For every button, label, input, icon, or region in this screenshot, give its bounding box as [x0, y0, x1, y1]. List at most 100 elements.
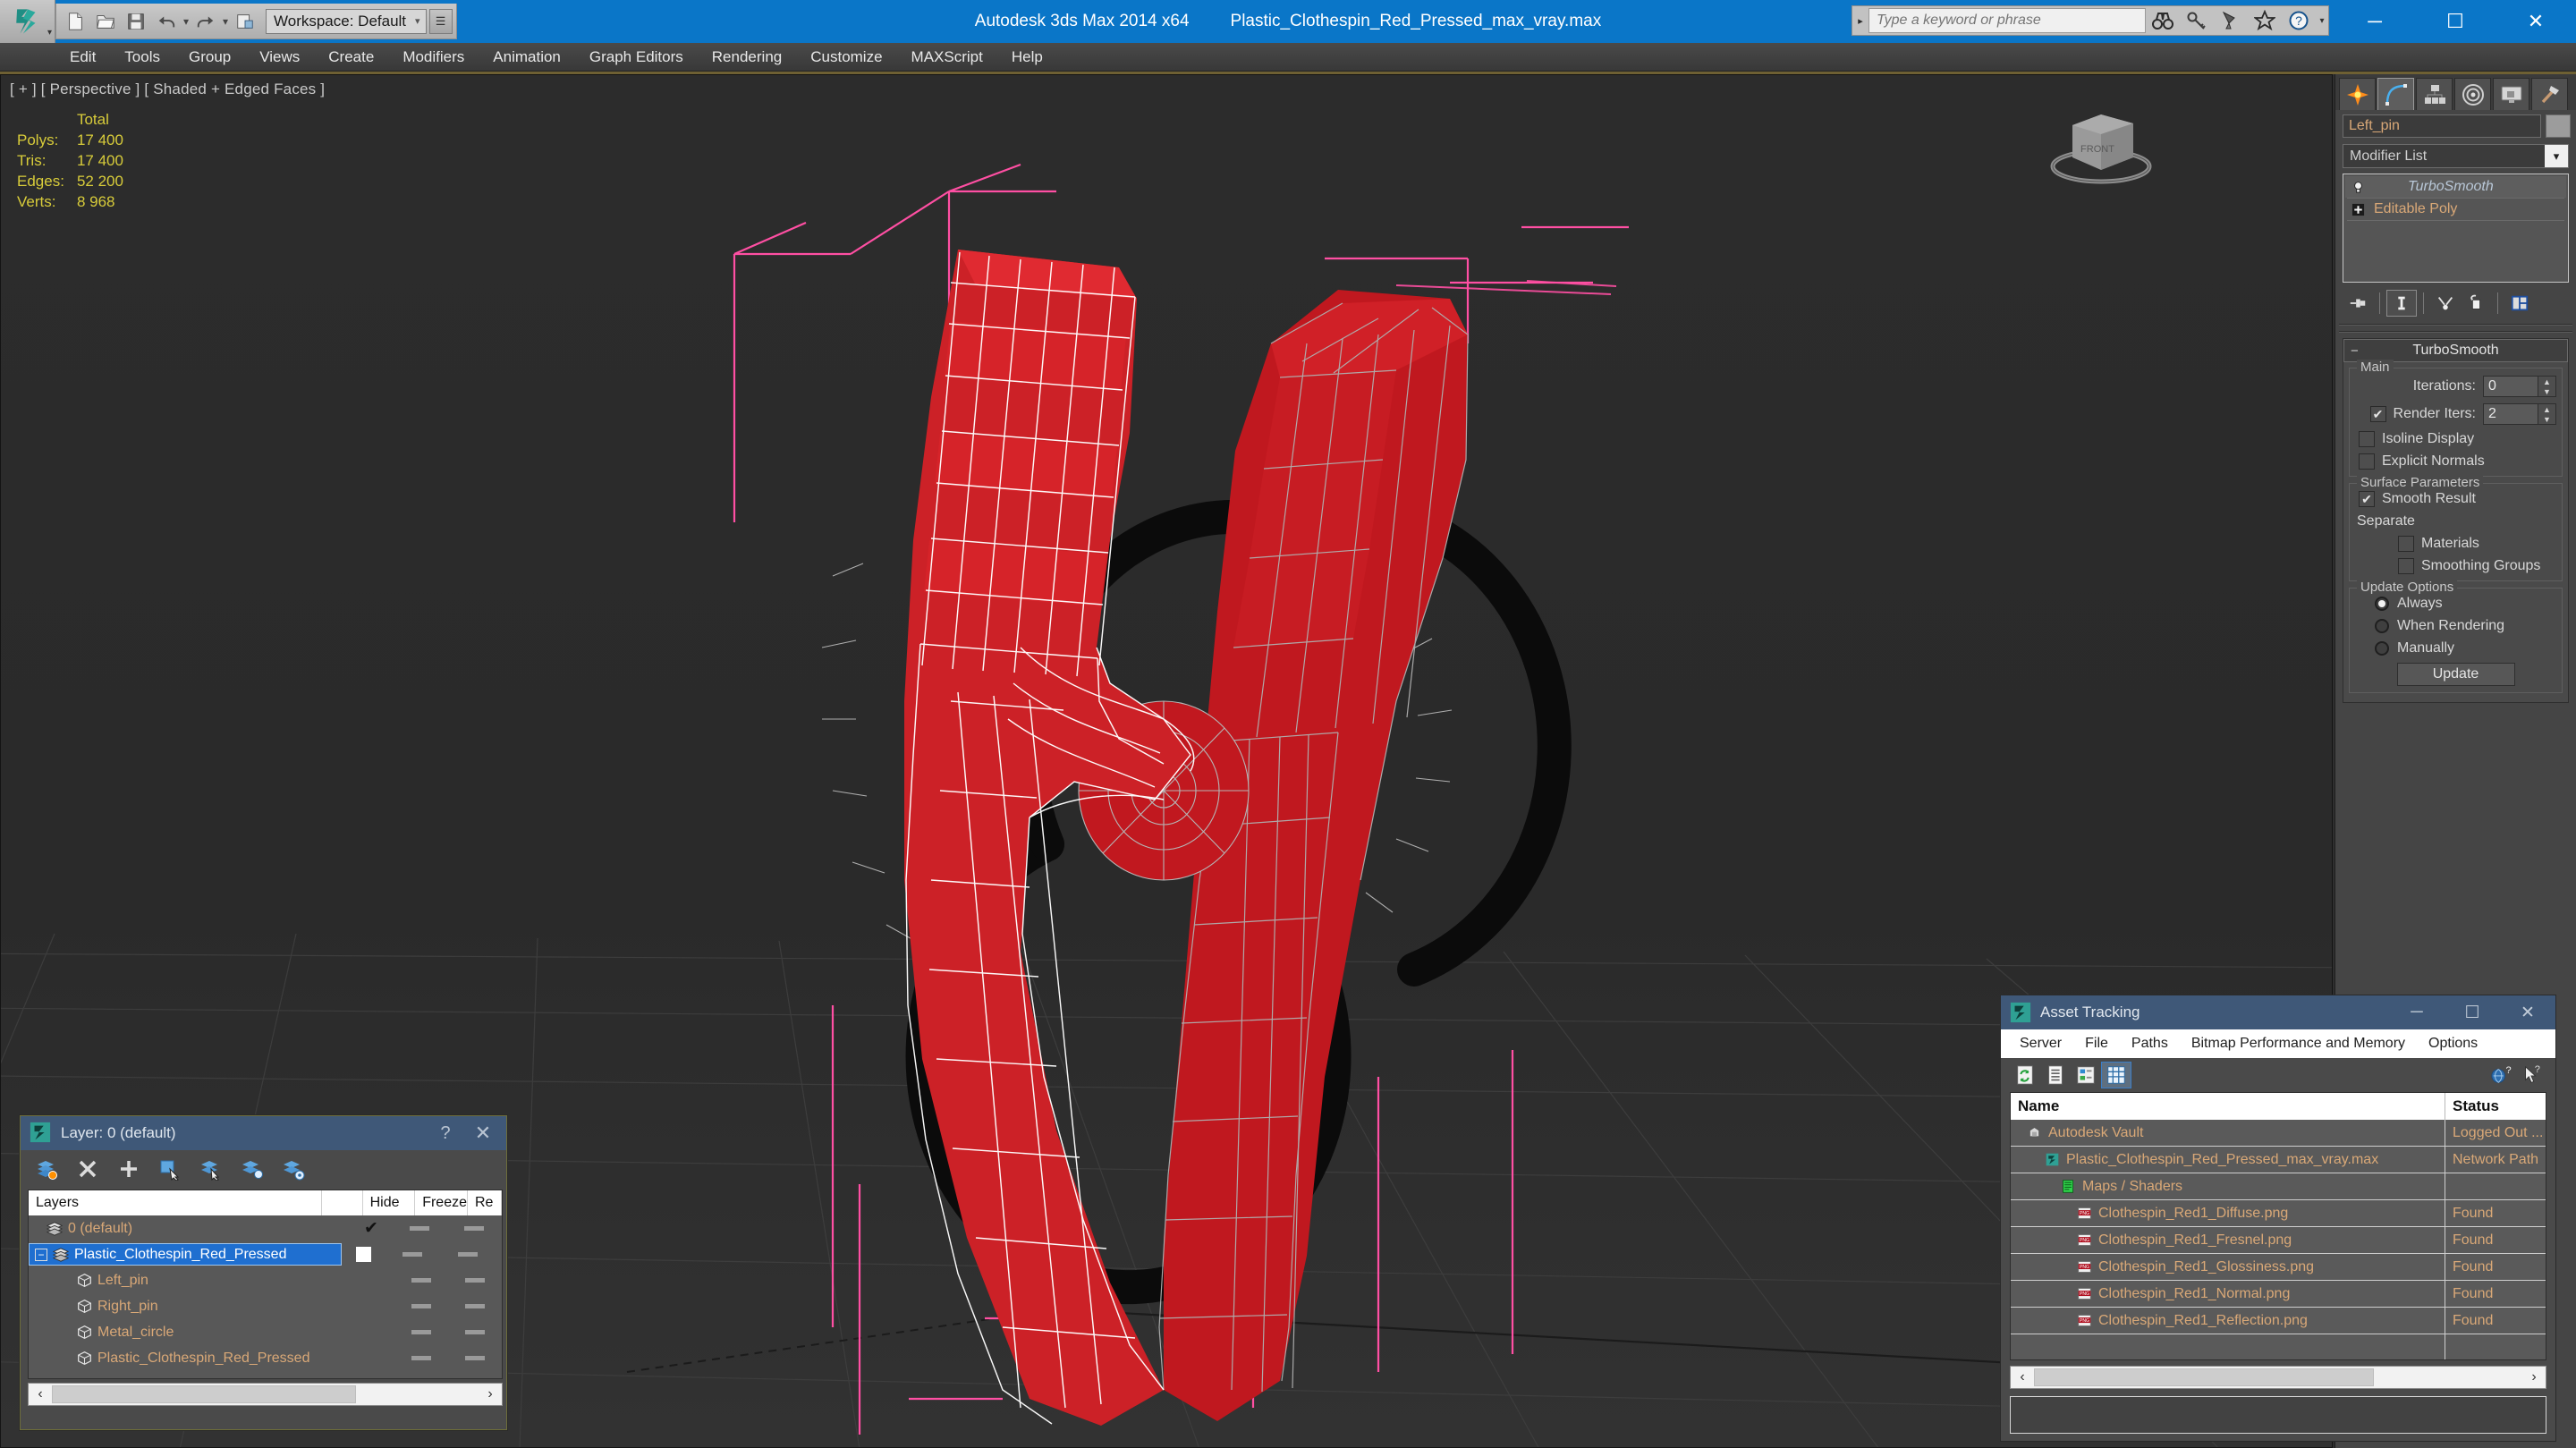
- modify-tab[interactable]: [2377, 78, 2414, 110]
- undo-dropdown-arrow-icon[interactable]: ▾: [182, 15, 191, 28]
- object-name-field[interactable]: Left_pin: [2343, 114, 2541, 138]
- asset-name-cell[interactable]: PNG Clothespin_Red1_Fresnel.png: [2011, 1227, 2445, 1253]
- layer-current-cell[interactable]: [342, 1247, 385, 1262]
- menu-item-help[interactable]: Help: [997, 43, 1057, 72]
- configure-modifier-sets-button[interactable]: [2504, 290, 2535, 317]
- menu-item-tools[interactable]: Tools: [110, 43, 174, 72]
- asset-row[interactable]: PNG Clothespin_Red1_Glossiness.png Found: [2011, 1254, 2546, 1281]
- update-always-radio[interactable]: [2375, 597, 2389, 611]
- search-satellite-button[interactable]: [2214, 6, 2248, 35]
- scroll-left-icon[interactable]: ‹: [29, 1386, 52, 1402]
- asset-horizontal-scrollbar[interactable]: ‹ ›: [2010, 1366, 2546, 1389]
- layer-name-cell[interactable]: − Plastic_Clothespin_Red_Pressed: [29, 1243, 342, 1266]
- layer-row[interactable]: Right_pin: [29, 1293, 502, 1319]
- layer-name-cell[interactable]: 0 (default): [41, 1217, 350, 1240]
- update-option-manually-row[interactable]: Manually: [2355, 640, 2556, 656]
- layer-current-cell[interactable]: ✔: [350, 1218, 392, 1239]
- asset-list[interactable]: Name Status Autodesk Vault Logged Out ...…: [2010, 1092, 2546, 1360]
- layer-hide-cell[interactable]: [395, 1330, 449, 1334]
- help-cursor-button[interactable]: ?: [2516, 1062, 2546, 1088]
- update-manually-radio[interactable]: [2375, 641, 2389, 656]
- update-when-rendering-radio[interactable]: [2375, 619, 2389, 633]
- modifier-stack-item-editablepoly[interactable]: Editable Poly: [2345, 199, 2566, 220]
- layer-dialog-titlebar[interactable]: Layer: 0 (default) ? ✕: [21, 1116, 506, 1150]
- spinner-arrows-icon[interactable]: ▲ ▼: [2538, 403, 2556, 425]
- asset-row[interactable]: PNG Clothespin_Red1_Fresnel.png Found: [2011, 1227, 2546, 1254]
- app-logo-button[interactable]: ▾: [0, 0, 55, 43]
- utilities-tab[interactable]: [2531, 78, 2568, 110]
- layer-freeze-cell[interactable]: [448, 1278, 502, 1283]
- layer-row[interactable]: Metal_circle: [29, 1319, 502, 1345]
- asset-row[interactable]: PNG Clothespin_Red1_Reflection.png Found: [2011, 1308, 2546, 1334]
- workspace-selector[interactable]: Workspace: Default ▾: [266, 8, 427, 34]
- modifier-list-dropdown[interactable]: Modifier List ▾: [2343, 144, 2569, 168]
- render-iters-spinner[interactable]: 2 ▲ ▼: [2483, 403, 2556, 425]
- render-iters-checkbox[interactable]: [2369, 406, 2386, 422]
- refresh-button[interactable]: [2010, 1062, 2040, 1088]
- asset-close-button[interactable]: ✕: [2500, 995, 2555, 1029]
- display-tab[interactable]: [2493, 78, 2529, 110]
- asset-tracking-dialog[interactable]: Asset Tracking ─ ☐ ✕ Server File Paths Bitm…: [2000, 995, 2556, 1442]
- iterations-spinner[interactable]: 0 ▲ ▼: [2483, 376, 2556, 397]
- layer-freeze-cell[interactable]: [448, 1330, 502, 1334]
- menu-item-edit[interactable]: Edit: [55, 43, 110, 72]
- asset-name-cell[interactable]: PNG Clothespin_Red1_Reflection.png: [2011, 1308, 2445, 1334]
- create-tab[interactable]: [2339, 78, 2376, 110]
- separate-materials-checkbox[interactable]: [2398, 536, 2414, 552]
- search-favorites-button[interactable]: [2248, 6, 2282, 35]
- scroll-right-icon[interactable]: ›: [2522, 1369, 2546, 1385]
- asset-name-cell[interactable]: Plastic_Clothespin_Red_Pressed_max_vray.…: [2011, 1147, 2445, 1173]
- smooth-result-checkbox[interactable]: [2359, 491, 2375, 507]
- layer-freeze-cell[interactable]: [448, 1304, 502, 1308]
- menu-item-customize[interactable]: Customize: [796, 43, 896, 72]
- layer-dialog[interactable]: Layer: 0 (default) ? ✕ Layers Hide Freez…: [20, 1115, 507, 1430]
- asset-tracking-titlebar[interactable]: Asset Tracking ─ ☐ ✕: [2001, 995, 2555, 1029]
- viewport-label[interactable]: [ + ] [ Perspective ] [ Shaded + Edged F…: [10, 80, 325, 98]
- asset-maximize-button[interactable]: ☐: [2445, 995, 2500, 1029]
- layer-horizontal-scrollbar[interactable]: ‹ ›: [28, 1383, 503, 1406]
- pin-stack-button[interactable]: [2343, 290, 2373, 317]
- close-button[interactable]: ✕: [2496, 0, 2576, 43]
- menu-item-maxscript[interactable]: MAXScript: [897, 43, 997, 72]
- new-layer-button[interactable]: [33, 1156, 60, 1182]
- layer-hide-cell[interactable]: [395, 1356, 449, 1360]
- scroll-right-icon[interactable]: ›: [479, 1386, 502, 1402]
- undo-button[interactable]: [151, 6, 182, 37]
- asset-name-cell[interactable]: Autodesk Vault: [2011, 1120, 2445, 1146]
- modifier-stack[interactable]: TurboSmooth Editable Poly: [2343, 174, 2569, 283]
- asset-row[interactable]: Autodesk Vault Logged Out ...: [2011, 1120, 2546, 1147]
- asset-row[interactable]: Maps / Shaders: [2011, 1173, 2546, 1200]
- search-expand-icon[interactable]: ▸: [1852, 15, 1868, 27]
- layer-freeze-cell[interactable]: [447, 1226, 502, 1231]
- layer-row[interactable]: Plastic_Clothespin_Red_Pressed: [29, 1345, 502, 1371]
- iterations-field[interactable]: 0: [2483, 376, 2538, 397]
- menu-item-rendering[interactable]: Rendering: [698, 43, 796, 72]
- layer-hide-cell[interactable]: [385, 1252, 440, 1257]
- select-objects-button[interactable]: [157, 1156, 183, 1182]
- redo-button[interactable]: [191, 6, 221, 37]
- list-view-button[interactable]: [2040, 1062, 2071, 1088]
- hierarchy-tab[interactable]: [2416, 78, 2453, 110]
- set-project-folder-button[interactable]: [230, 6, 260, 37]
- menu-item-views[interactable]: Views: [245, 43, 314, 72]
- collapse-icon[interactable]: −: [2351, 343, 2359, 359]
- layer-hide-cell[interactable]: [393, 1226, 447, 1231]
- scroll-thumb[interactable]: [52, 1385, 356, 1403]
- menu-item-create[interactable]: Create: [314, 43, 388, 72]
- modifier-stack-item-turbosmooth[interactable]: TurboSmooth: [2345, 176, 2566, 198]
- open-file-button[interactable]: [90, 6, 121, 37]
- update-option-always-row[interactable]: Always: [2355, 596, 2556, 612]
- asset-menu-file[interactable]: File: [2073, 1029, 2120, 1058]
- asset-name-cell[interactable]: PNG Clothespin_Red1_Diffuse.png: [2011, 1200, 2445, 1226]
- asset-name-cell[interactable]: PNG Clothespin_Red1_Glossiness.png: [2011, 1254, 2445, 1280]
- highlight-layer-button[interactable]: [239, 1156, 266, 1182]
- layer-dialog-close-button[interactable]: ✕: [463, 1122, 503, 1145]
- new-file-button[interactable]: [60, 6, 90, 37]
- asset-name-cell[interactable]: PNG Clothespin_Red1_Normal.png: [2011, 1281, 2445, 1307]
- separate-smoothing-groups-checkbox[interactable]: [2398, 558, 2414, 574]
- menu-item-graph-editors[interactable]: Graph Editors: [575, 43, 698, 72]
- search-key-button[interactable]: [2180, 6, 2214, 35]
- asset-menu-options[interactable]: Options: [2417, 1029, 2489, 1058]
- redo-dropdown-arrow-icon[interactable]: ▾: [221, 15, 230, 28]
- asset-row[interactable]: Plastic_Clothespin_Red_Pressed_max_vray.…: [2011, 1147, 2546, 1173]
